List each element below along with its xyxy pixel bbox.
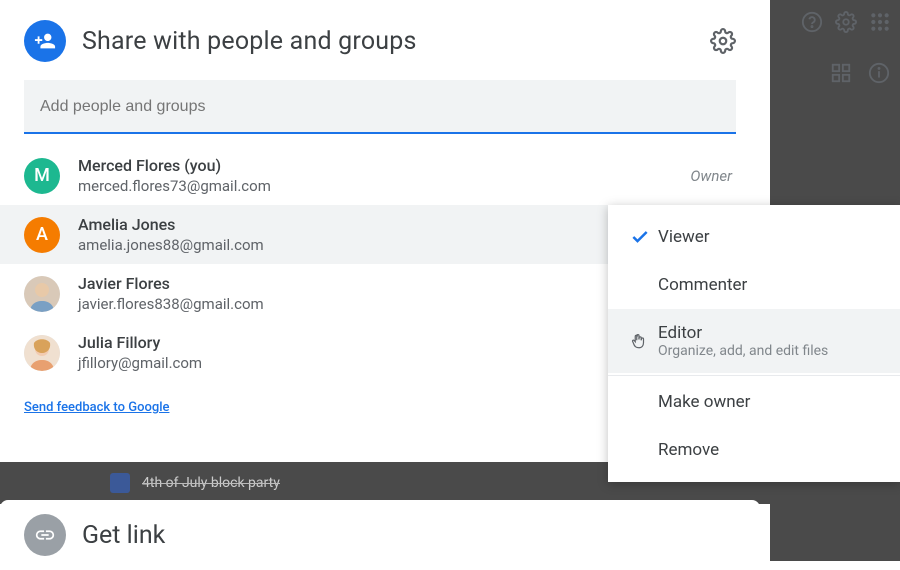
add-people-input-wrap[interactable] xyxy=(24,80,736,134)
pointer-cursor-icon xyxy=(630,330,658,352)
strip-label: 4th of July block party xyxy=(142,475,280,491)
grid-view-icon[interactable] xyxy=(830,62,852,84)
person-name: Merced Flores (you) xyxy=(78,156,690,175)
menu-action-make-owner[interactable]: Make owner xyxy=(608,378,900,426)
help-icon[interactable] xyxy=(800,10,824,34)
calendar-icon xyxy=(110,473,130,493)
role-label: Commenter xyxy=(658,275,747,295)
person-add-icon xyxy=(24,20,66,62)
role-sublabel: Organize, add, and edit files xyxy=(658,343,828,359)
link-icon xyxy=(24,514,66,556)
role-label: Viewer xyxy=(658,227,710,247)
avatar xyxy=(24,335,60,371)
person-row: M Merced Flores (you) merced.flores73@gm… xyxy=(0,146,760,205)
info-icon[interactable] xyxy=(868,62,890,84)
avatar xyxy=(24,276,60,312)
share-settings-icon[interactable] xyxy=(710,28,736,54)
check-icon xyxy=(630,227,658,247)
role-option-viewer[interactable]: Viewer xyxy=(608,213,900,261)
action-label: Make owner xyxy=(658,392,750,412)
apps-icon[interactable] xyxy=(868,10,892,34)
dialog-title: Share with people and groups xyxy=(82,27,710,56)
feedback-link[interactable]: Send feedback to Google xyxy=(24,400,169,415)
top-right-icons xyxy=(792,0,900,44)
action-label: Remove xyxy=(658,440,719,460)
menu-action-remove[interactable]: Remove xyxy=(608,426,900,474)
role-label: Editor xyxy=(658,323,828,343)
add-people-input[interactable] xyxy=(40,98,720,116)
person-email: merced.flores73@gmail.com xyxy=(78,177,690,195)
get-link-title: Get link xyxy=(82,521,165,550)
dialog-header: Share with people and groups xyxy=(0,20,760,80)
get-link-card[interactable]: Get link xyxy=(0,500,760,570)
role-label: Owner xyxy=(690,167,732,185)
settings-icon[interactable] xyxy=(834,10,858,34)
role-menu: Viewer Commenter Editor Organize, add, a… xyxy=(608,205,900,482)
menu-separator xyxy=(608,375,900,376)
role-option-editor[interactable]: Editor Organize, add, and edit files xyxy=(608,309,900,373)
role-option-commenter[interactable]: Commenter xyxy=(608,261,900,309)
avatar: M xyxy=(24,158,60,194)
avatar: A xyxy=(24,217,60,253)
secondary-icons xyxy=(830,62,890,84)
